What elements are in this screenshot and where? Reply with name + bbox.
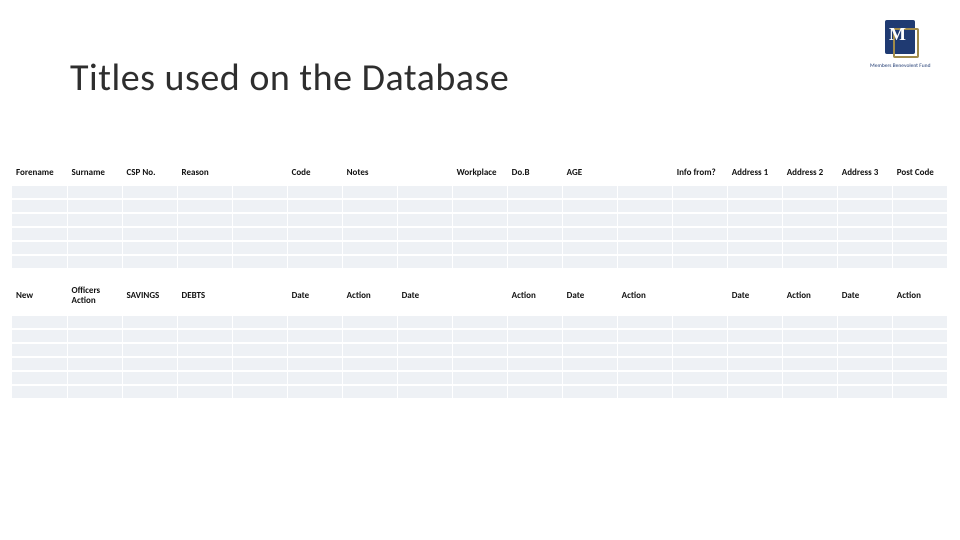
col-action-1: Action (342, 278, 397, 315)
table-row (12, 241, 948, 255)
col-action-2: Action (507, 278, 562, 315)
table-1-header-row: Forename Surname CSP No. Reason Code Not… (12, 162, 948, 185)
col-surname: Surname (67, 162, 122, 185)
page-title: Titles used on the Database (70, 55, 509, 101)
col-blank-4 (232, 278, 287, 315)
logo-graphic: M (879, 20, 921, 62)
table-row (12, 255, 948, 268)
table-row (12, 343, 948, 357)
table-row (12, 371, 948, 385)
table-2-body (12, 315, 948, 398)
col-blank-5 (452, 278, 507, 315)
table-row (12, 199, 948, 213)
col-date-4: Date (727, 278, 782, 315)
col-csp-no: CSP No. (122, 162, 177, 185)
col-age: AGE (562, 162, 617, 185)
col-savings: SAVINGS (122, 278, 177, 315)
tables-container: Forename Surname CSP No. Reason Code Not… (12, 162, 948, 398)
col-blank-3 (617, 162, 672, 185)
table-row (12, 185, 948, 199)
col-action-5: Action (892, 278, 947, 315)
col-blank-6 (672, 278, 727, 315)
col-workplace: Workplace (452, 162, 507, 185)
table-row (12, 315, 948, 329)
col-reason: Reason (177, 162, 232, 185)
logo-caption: Members Benevolent Fund (870, 64, 930, 70)
table-row (12, 227, 948, 241)
col-debts: DEBTS (177, 278, 232, 315)
col-dob: Do.B (507, 162, 562, 185)
col-blank-2 (397, 162, 452, 185)
logo-initial: M (889, 24, 906, 45)
col-code: Code (287, 162, 342, 185)
col-officers-action: Officers Action (67, 278, 122, 315)
table-2: New Officers Action SAVINGS DEBTS Date A… (12, 278, 948, 398)
col-action-4: Action (782, 278, 837, 315)
table-1-body (12, 185, 948, 268)
table-row (12, 213, 948, 227)
table-row (12, 329, 948, 343)
col-post-code: Post Code (892, 162, 947, 185)
logo: M Members Benevolent Fund (870, 20, 930, 70)
slide: Titles used on the Database M Members Be… (0, 0, 960, 540)
table-row (12, 357, 948, 371)
col-date-3: Date (562, 278, 617, 315)
col-blank-1 (232, 162, 287, 185)
col-address-3: Address 3 (837, 162, 892, 185)
col-address-2: Address 2 (782, 162, 837, 185)
col-info-from: Info from? (672, 162, 727, 185)
col-action-3: Action (617, 278, 672, 315)
col-address-1: Address 1 (727, 162, 782, 185)
table-1: Forename Surname CSP No. Reason Code Not… (12, 162, 948, 268)
col-forename: Forename (12, 162, 67, 185)
table-row (12, 385, 948, 398)
col-notes: Notes (342, 162, 397, 185)
col-new: New (12, 278, 67, 315)
table-2-header-row: New Officers Action SAVINGS DEBTS Date A… (12, 278, 948, 315)
col-date-5: Date (837, 278, 892, 315)
col-date-1: Date (287, 278, 342, 315)
col-date-2: Date (397, 278, 452, 315)
